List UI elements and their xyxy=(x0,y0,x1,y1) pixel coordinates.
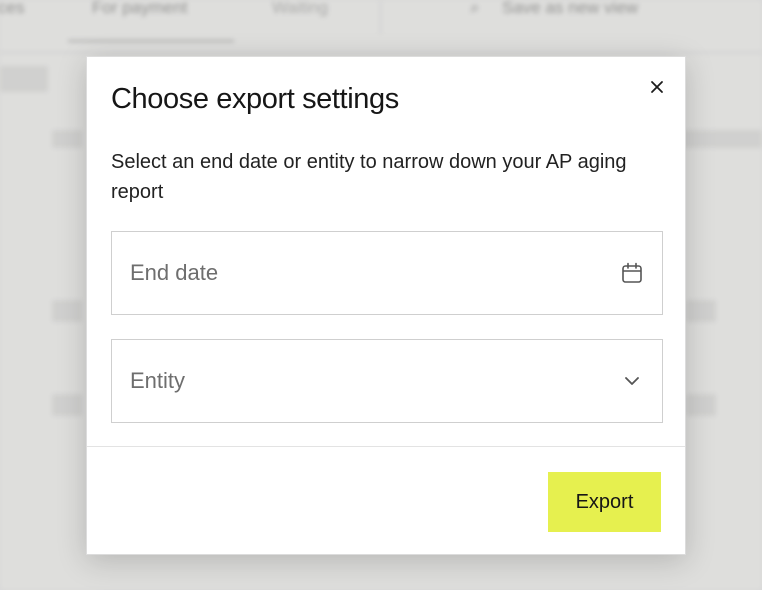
export-settings-modal: Choose export settings Select an end dat… xyxy=(86,56,686,555)
close-button[interactable] xyxy=(643,73,671,101)
calendar-icon[interactable] xyxy=(620,261,644,285)
chevron-down-icon xyxy=(620,369,644,393)
entity-select-value: Entity xyxy=(130,368,186,393)
modal-footer: Export xyxy=(87,446,685,554)
end-date-field[interactable] xyxy=(111,231,663,315)
close-icon xyxy=(651,81,663,93)
end-date-input[interactable] xyxy=(130,260,570,286)
entity-select[interactable]: Entity xyxy=(111,339,663,423)
export-button[interactable]: Export xyxy=(548,472,661,532)
modal-title: Choose export settings xyxy=(111,83,399,115)
modal-description: Select an end date or entity to narrow d… xyxy=(111,151,627,203)
